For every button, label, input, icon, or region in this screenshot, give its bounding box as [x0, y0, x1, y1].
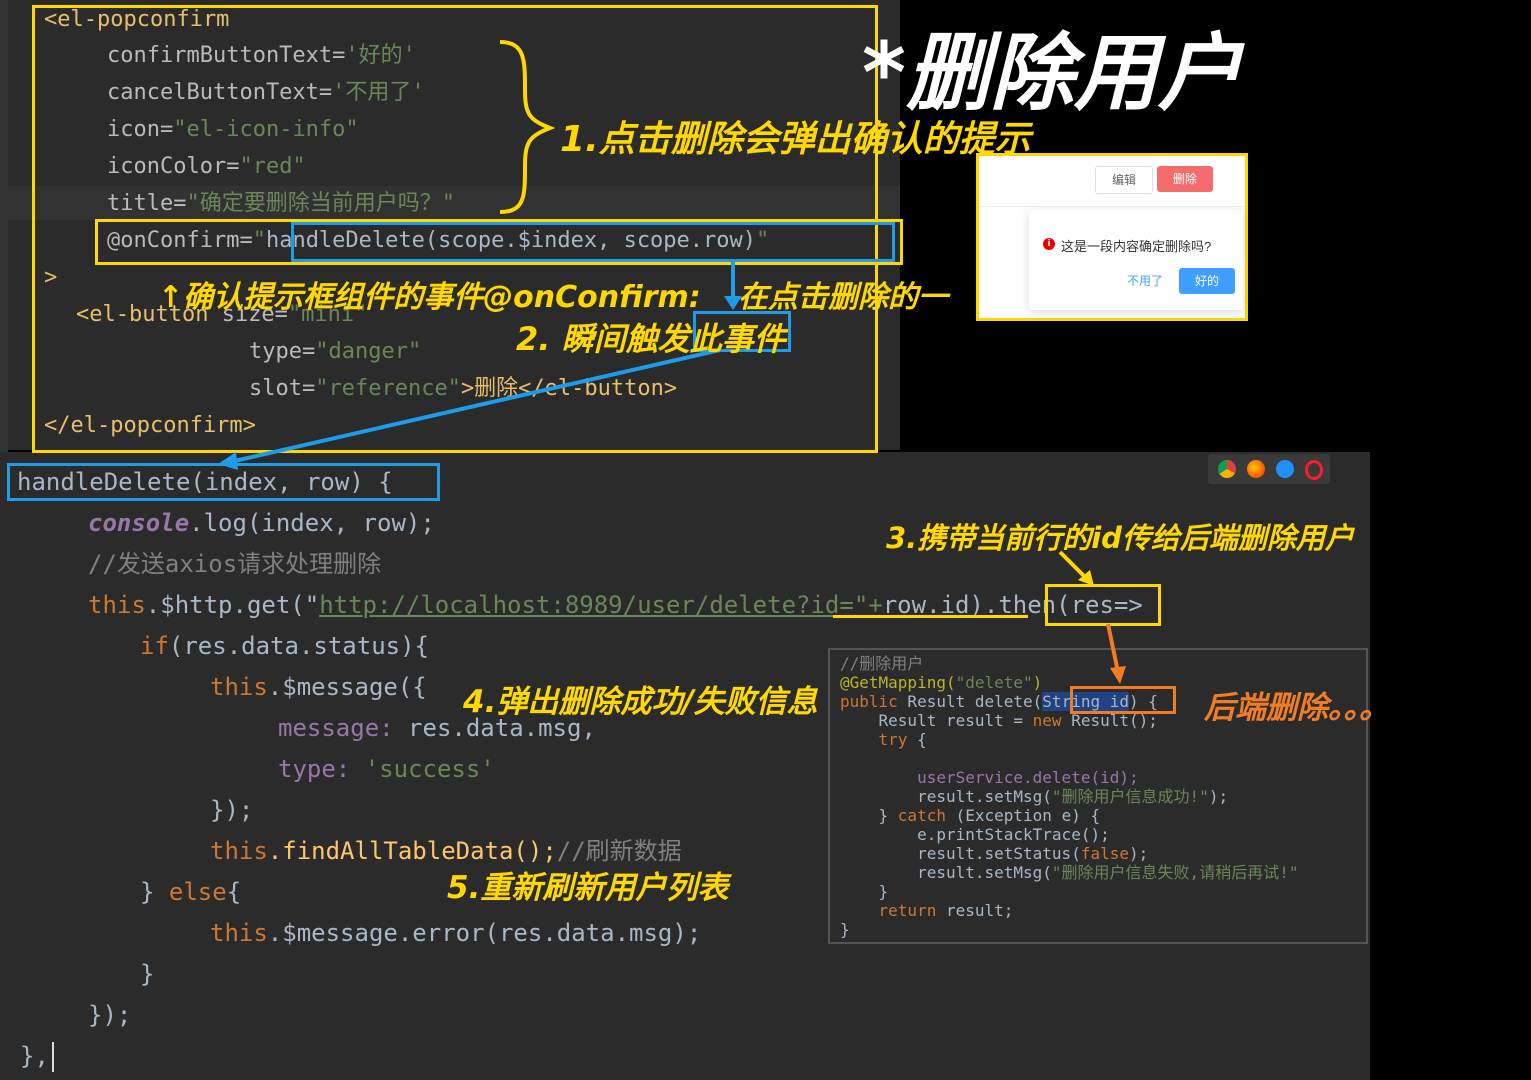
annotation-confirm-b: 在点击删除的一	[738, 280, 948, 315]
backend-arrow-line	[1106, 623, 1120, 673]
diagonal-arrow-head	[218, 452, 238, 470]
annotation-step3: 3.携带当前行的id传给后端删除用户	[886, 521, 1354, 555]
annotation-step2: 2. 瞬间触发此事件	[516, 320, 786, 358]
annotation-confirm: ↑确认提示框组件的事件@onConfirm:	[158, 280, 701, 315]
annotation-step5: 5.重新刷新用户列表	[447, 870, 729, 906]
diagonal-arrow-line	[229, 348, 721, 464]
annotation-step4: 4.弹出删除成功/失败信息	[463, 684, 818, 720]
backend-arrow-head	[1110, 666, 1126, 684]
brace-shape	[499, 40, 556, 214]
page-title: *删除用户	[862, 24, 1242, 122]
annotation-step1: 1.点击删除会弹出确认的提示	[560, 119, 1031, 160]
annotation-backend: 后端删除。。。	[1204, 690, 1390, 726]
